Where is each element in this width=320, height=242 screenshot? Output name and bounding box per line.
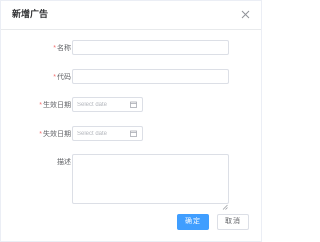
form-row-end-date: *失效日期 xyxy=(1,126,261,142)
add-ad-dialog: 新增广告 *名称 *代码 *生效日期 *失效日期 xyxy=(0,0,262,242)
code-label: *代码 xyxy=(53,73,71,82)
calendar-icon[interactable] xyxy=(130,130,137,137)
confirm-button[interactable]: 确定 xyxy=(177,214,209,230)
start-date-input[interactable] xyxy=(77,98,129,111)
name-label-text: 名称 xyxy=(57,45,71,52)
end-date-picker[interactable] xyxy=(72,126,143,141)
cancel-button[interactable]: 取消 xyxy=(217,214,249,230)
remark-textarea[interactable] xyxy=(72,154,229,204)
end-date-label: *失效日期 xyxy=(39,130,71,139)
required-mark: * xyxy=(39,131,42,138)
dialog-header: 新增广告 xyxy=(1,1,261,30)
required-mark: * xyxy=(53,45,56,52)
close-icon[interactable] xyxy=(241,10,250,19)
start-date-picker[interactable] xyxy=(72,97,143,112)
end-date-input[interactable] xyxy=(77,127,129,140)
dialog-title: 新增广告 xyxy=(12,9,49,19)
name-input[interactable] xyxy=(72,40,229,55)
code-input[interactable] xyxy=(72,69,229,84)
required-mark: * xyxy=(39,102,42,109)
remark-label: 描述 xyxy=(57,159,71,166)
calendar-icon[interactable] xyxy=(130,101,137,108)
form-row-name: *名称 xyxy=(1,40,261,56)
name-label: *名称 xyxy=(53,44,71,53)
resize-grip-icon[interactable] xyxy=(222,197,228,210)
code-label-text: 代码 xyxy=(57,74,71,81)
start-date-label: *生效日期 xyxy=(39,101,71,110)
form-row-code: *代码 xyxy=(1,69,261,85)
end-date-label-text: 失效日期 xyxy=(43,131,71,138)
required-mark: * xyxy=(53,74,56,81)
start-date-label-text: 生效日期 xyxy=(43,102,71,109)
form-row-start-date: *生效日期 xyxy=(1,97,261,113)
